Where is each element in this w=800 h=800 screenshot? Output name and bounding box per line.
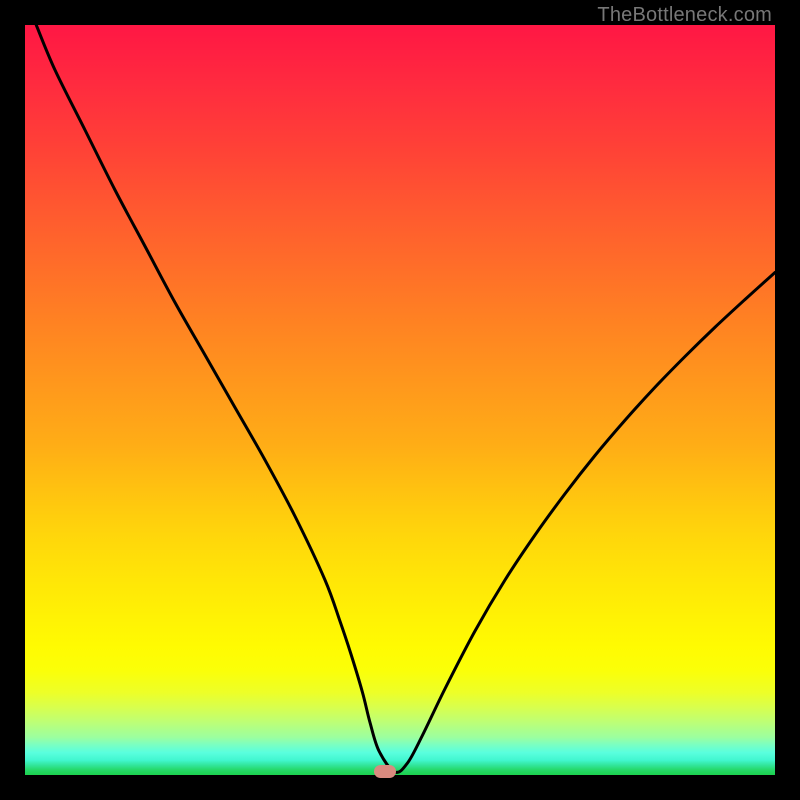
bottleneck-curve — [25, 25, 775, 775]
watermark-label: TheBottleneck.com — [597, 4, 772, 27]
plot-area — [25, 25, 775, 775]
optimal-marker — [374, 765, 396, 778]
chart-frame: TheBottleneck.com — [0, 0, 800, 800]
